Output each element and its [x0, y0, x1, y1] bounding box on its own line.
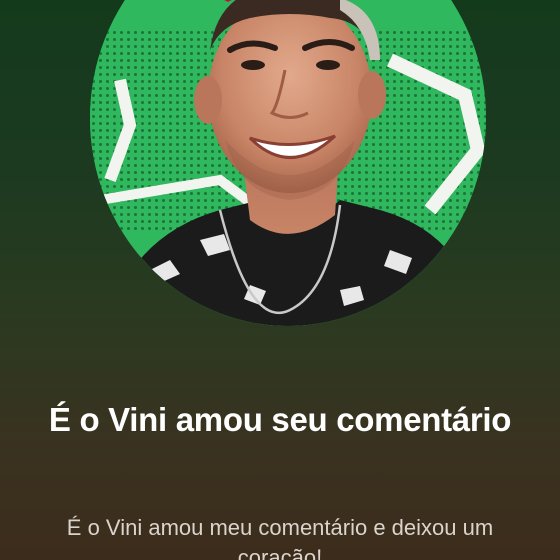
profile-photo — [90, 0, 486, 326]
reaction-notification-screen: É o Vini amou seu comentário É o Vini am… — [0, 0, 560, 560]
profile-avatar-group — [90, 0, 486, 326]
notification-title: É o Vini amou seu comentário — [48, 401, 512, 438]
heart-icon — [224, 0, 232, 2]
notification-message: É o Vini amou meu comentário e deixou um… — [66, 515, 494, 560]
profile-avatar[interactable] — [90, 0, 486, 326]
